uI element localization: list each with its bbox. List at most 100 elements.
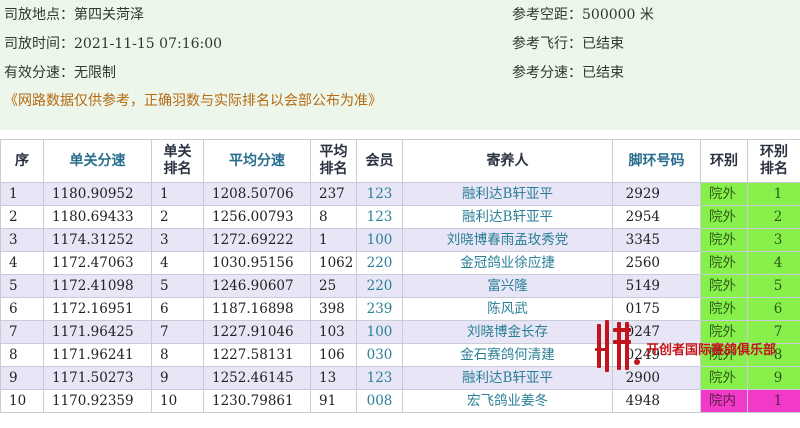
- cell-single-rank: 1: [151, 182, 204, 206]
- cell-owner-name[interactable]: 融利达B轩亚平: [402, 182, 613, 206]
- table-row: 4 1172.47063 4 1030.95156 1062 220 金冠鸽业徐应捷 2560…: [0, 251, 800, 275]
- cell-single-rank: 5: [151, 274, 204, 298]
- cell-seq: 2: [0, 205, 44, 229]
- cell-owner-name[interactable]: 宏飞鸽业姜冬: [402, 389, 613, 413]
- cell-zone: 院外: [700, 205, 748, 229]
- cell-single-speed: 1171.50273: [43, 366, 152, 390]
- table-row: 2 1180.69433 2 1256.00793 8 123 融利达B轩亚平 2954 院外 2: [0, 205, 800, 229]
- cell-avg-rank: 1062: [310, 251, 357, 275]
- cell-seq: 7: [0, 320, 44, 344]
- cell-avg-speed: 1246.90607: [203, 274, 311, 298]
- cell-avg-rank: 25: [310, 274, 357, 298]
- cell-avg-rank: 13: [310, 366, 357, 390]
- header-col-seq: 序: [0, 139, 44, 183]
- cell-avg-speed: 1252.46145: [203, 366, 311, 390]
- reference-speed-label: 参考分速：: [512, 65, 582, 81]
- cell-owner-name[interactable]: 刘晓博春雨孟玫秀党: [402, 228, 613, 252]
- cell-zone-rank: 4: [747, 251, 800, 275]
- cell-owner-name[interactable]: 金石赛鸽何清建: [402, 343, 613, 367]
- valid-speed: 有效分速：无限制: [4, 62, 116, 82]
- header-col-ring-number[interactable]: 脚环号码: [612, 139, 701, 183]
- disclaimer-notice: 《网路数据仅供参考，正确羽数与实际排名以会部公布为准》: [4, 93, 382, 109]
- reference-distance-value: 500000 米: [582, 7, 654, 23]
- release-location: 司放地点：第四关菏泽: [4, 4, 144, 24]
- logo-seal-icon: [595, 320, 640, 372]
- cell-single-rank: 9: [151, 366, 204, 390]
- cell-zone: 院外: [700, 274, 748, 298]
- release-location-value: 第四关菏泽: [74, 7, 144, 23]
- cell-member-id[interactable]: 123: [356, 205, 403, 229]
- cell-owner-name[interactable]: 融利达B轩亚平: [402, 205, 613, 229]
- cell-seq: 3: [0, 228, 44, 252]
- header-col-avg-rank: 平均 排名: [310, 139, 357, 183]
- table-row: 5 1172.41098 5 1246.90607 25 220 富兴隆 5149 院外 5: [0, 274, 800, 298]
- club-watermark-text: 开创者国际赛鸽俱乐部: [646, 343, 777, 358]
- cell-single-speed: 1180.69433: [43, 205, 152, 229]
- cell-avg-rank: 106: [310, 343, 357, 367]
- reference-distance-label: 参考空距：: [512, 7, 582, 23]
- cell-member-id[interactable]: 100: [356, 320, 403, 344]
- cell-owner-name[interactable]: 富兴隆: [402, 274, 613, 298]
- valid-speed-label: 有效分速：: [4, 65, 74, 81]
- header-col-avg-speed[interactable]: 平均分速: [203, 139, 311, 183]
- cell-single-speed: 1170.92359: [43, 389, 152, 413]
- cell-member-id[interactable]: 220: [356, 251, 403, 275]
- cell-zone: 院外: [700, 182, 748, 206]
- cell-ring-number: 3345: [612, 228, 701, 252]
- cell-ring-number: 5149: [612, 274, 701, 298]
- valid-speed-value: 无限制: [74, 65, 116, 81]
- release-location-label: 司放地点：: [4, 7, 74, 23]
- cell-single-speed: 1171.96241: [43, 343, 152, 367]
- cell-member-id[interactable]: 100: [356, 228, 403, 252]
- cell-ring-number: 2560: [612, 251, 701, 275]
- cell-owner-name[interactable]: 金冠鸽业徐应捷: [402, 251, 613, 275]
- cell-ring-number: 2929: [612, 182, 701, 206]
- table-header-row: 序单关分速 单关 排名 平均分速 平均 排名 会员 寄养人 脚环号码 环别 环别 排名: [0, 139, 800, 183]
- cell-single-rank: 2: [151, 205, 204, 229]
- header-col-zone: 环别: [700, 139, 748, 183]
- header-col-member: 会员: [356, 139, 403, 183]
- cell-avg-rank: 398: [310, 297, 357, 321]
- reference-flight: 参考飞行：已结束: [512, 33, 624, 53]
- cell-member-id[interactable]: 008: [356, 389, 403, 413]
- cell-single-speed: 1174.31252: [43, 228, 152, 252]
- cell-avg-speed: 1227.58131: [203, 343, 311, 367]
- cell-single-speed: 1172.47063: [43, 251, 152, 275]
- cell-single-rank: 7: [151, 320, 204, 344]
- header-col-single-speed[interactable]: 单关分速: [43, 139, 152, 183]
- cell-avg-rank: 1: [310, 228, 357, 252]
- cell-avg-rank: 91: [310, 389, 357, 413]
- cell-avg-rank: 8: [310, 205, 357, 229]
- table-row: 1 1180.90952 1 1208.50706 237 123 融利达B轩亚平 2929 院…: [0, 182, 800, 206]
- release-time-label: 司放时间：: [4, 36, 74, 52]
- cell-owner-name[interactable]: 融利达B轩亚平: [402, 366, 613, 390]
- cell-seq: 9: [0, 366, 44, 390]
- cell-zone: 院外: [700, 251, 748, 275]
- cell-single-rank: 6: [151, 297, 204, 321]
- cell-member-id[interactable]: 123: [356, 182, 403, 206]
- table-row: 10 1170.92359 10 1230.79861 91 008 宏飞鸽业姜冬 4948 院…: [0, 389, 800, 413]
- reference-distance: 参考空距：500000 米: [512, 4, 654, 24]
- cell-avg-speed: 1208.50706: [203, 182, 311, 206]
- cell-owner-name[interactable]: 刘晓博金长存: [402, 320, 613, 344]
- header-col-zone-rank: 环别 排名: [747, 139, 800, 183]
- release-time: 司放时间：2021-11-15 07:16:00: [4, 33, 222, 53]
- cell-owner-name[interactable]: 陈风武: [402, 297, 613, 321]
- reference-speed: 参考分速：已结束: [512, 62, 624, 82]
- cell-avg-rank: 103: [310, 320, 357, 344]
- cell-ring-number: 4948: [612, 389, 701, 413]
- cell-member-id[interactable]: 030: [356, 343, 403, 367]
- cell-avg-speed: 1187.16898: [203, 297, 311, 321]
- cell-member-id[interactable]: 123: [356, 366, 403, 390]
- cell-seq: 5: [0, 274, 44, 298]
- cell-member-id[interactable]: 239: [356, 297, 403, 321]
- cell-zone: 院内: [700, 389, 748, 413]
- cell-avg-speed: 1272.69222: [203, 228, 311, 252]
- cell-member-id[interactable]: 220: [356, 274, 403, 298]
- release-time-value: 2021-11-15 07:16:00: [74, 36, 223, 52]
- reference-flight-value: 已结束: [582, 36, 624, 52]
- cell-single-rank: 10: [151, 389, 204, 413]
- cell-seq: 6: [0, 297, 44, 321]
- table-row: 3 1174.31252 3 1272.69222 1 100 刘晓博春雨孟玫秀党 3345 院…: [0, 228, 800, 252]
- table-body: 1 1180.90952 1 1208.50706 237 123 融利达B轩亚平 2929 院…: [0, 182, 800, 413]
